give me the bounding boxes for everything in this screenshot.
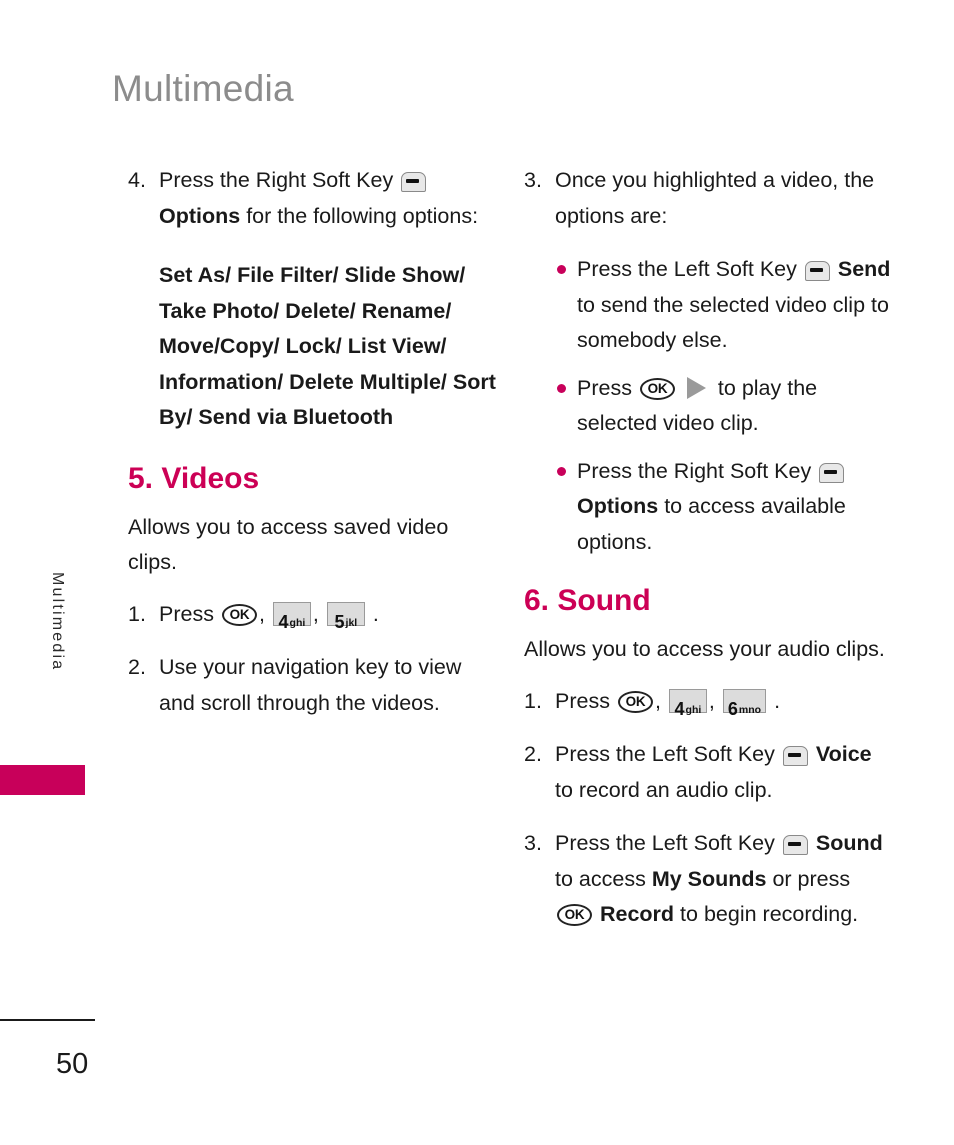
bullet-play-text-a: Press [577,375,632,400]
sound-step-2-bold: Voice [815,742,872,766]
sound-step-2-text-a: Press the Left Soft Key [555,742,775,766]
bullet-dot-icon [557,383,566,393]
bullet-send-text-c: to send the selected video clip to someb… [577,292,889,353]
sound-step-1-sep-1: , [654,688,661,713]
soft-key-icon [401,172,427,192]
ok-key-icon: OK [617,690,653,713]
sound-step-2: 2. Press the Left Soft Key Voice to reco… [524,737,892,808]
sound-step-3-bold-sound: Sound [815,831,883,855]
page-number: 50 [56,1048,89,1080]
bullet-send-text-a: Press the Left Soft Key [577,257,797,281]
page-title: Multimedia [112,68,294,109]
heading-videos: 5. Videos [128,461,260,495]
sound-step-1-number: 1. [524,688,542,713]
step-3-number: 3. [524,168,542,192]
right-column: 3. Once you highlighted a video, the opt… [524,163,892,951]
ok-key-icon: OK [639,377,675,400]
bullet-options: Press the Right Soft Key Options to acce… [555,454,892,561]
video-options-bullets: Press the Left Soft Key Send to send the… [555,252,892,560]
bullet-send: Press the Left Soft Key Send to send the… [555,252,892,359]
videos-intro: Allows you to access saved video clips. [128,514,449,575]
sound-step-3-text-e: or press [772,866,851,891]
footer-divider [0,1019,95,1021]
bullet-dot-icon [557,265,566,274]
options-list: Set As/ File Filter/ Slide Show/ Take Ph… [159,263,496,429]
sound-step-1-text: Press [555,688,610,713]
heading-sound: 6. Sound [524,584,651,617]
videos-step-1-text: Press [159,601,214,626]
soft-key-icon [819,462,845,483]
side-tab-chapter-label: Multimedia [49,572,66,672]
videos-step-1-sep-1: , [258,601,265,626]
sound-step-3-number: 3. [524,831,542,855]
sound-step-1: 1. Press OK , 4ghi , 6mno . [524,684,892,720]
sound-intro: Allows you to access your audio clips. [524,637,885,661]
sound-step-1-end: . [774,688,781,713]
step-4-number: 4. [128,168,146,192]
step-4: 4. Press the Right Soft Key Options for … [128,163,496,234]
bullet-play: Press OK to play the selected video clip… [555,371,892,442]
step-4-bold: Options [159,203,241,228]
key-4-icon: 4ghi [668,688,707,719]
step-4-text-c: for the following options: [246,203,479,228]
videos-step-2: 2. Use your navigation key to view and s… [128,650,496,721]
sound-step-3-text-c: to access [555,866,646,891]
sound-step-3-text-g: to begin recording. [680,902,859,926]
bullet-send-bold: Send [837,257,891,281]
sound-step-2-text-c: to record an audio clip. [555,777,773,802]
side-tab-marker [0,765,85,795]
key-4-icon: 4ghi [272,601,311,632]
step-3: 3. Once you highlighted a video, the opt… [524,163,892,234]
videos-step-1-number: 1. [128,601,146,626]
videos-step-2-text: Use your navigation key to view and scro… [159,655,462,715]
sound-step-3-bold-record: Record [599,902,675,926]
soft-key-icon [804,261,830,281]
videos-step-2-number: 2. [128,655,146,679]
step-4-text-a: Press the Right Soft Key [159,168,394,192]
bullet-options-text-a: Press the Right Soft Key [577,458,812,483]
soft-key-icon [782,746,808,766]
videos-step-1-sep-2: , [312,601,319,626]
videos-step-1: 1. Press OK , 4ghi , 5jkl . [128,597,496,633]
play-icon [686,376,706,399]
sound-step-3-bold-my-sounds: My Sounds [651,866,767,891]
left-column: 4. Press the Right Soft Key Options for … [128,163,496,739]
soft-key-icon [782,835,808,855]
sound-step-1-sep-2: , [708,688,715,713]
bullet-options-bold: Options [577,494,659,518]
sound-step-3-text-a: Press the Left Soft Key [555,831,775,855]
sound-step-2-number: 2. [524,742,542,766]
sound-step-3: 3. Press the Left Soft Key Sound to acce… [524,826,892,933]
videos-step-1-end: . [372,601,379,626]
ok-key-icon: OK [557,904,592,926]
key-5-icon: 5jkl [326,601,365,632]
ok-key-icon: OK [221,603,257,626]
bullet-dot-icon [557,466,566,476]
key-6-icon: 6mno [722,688,767,719]
step-3-text: Once you highlighted a video, the option… [555,168,875,228]
